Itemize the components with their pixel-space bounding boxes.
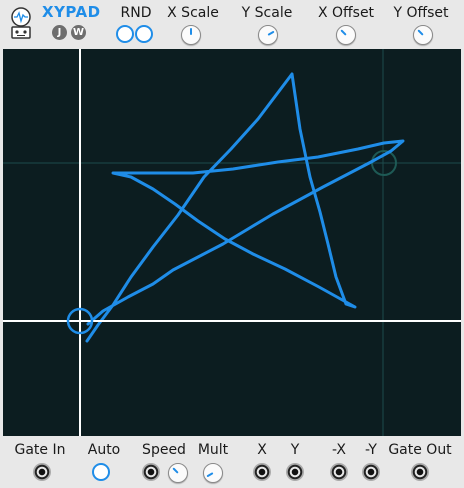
mult-label: Mult	[197, 442, 229, 458]
mult-knob[interactable]	[203, 463, 223, 483]
speed-label: Speed	[142, 442, 186, 458]
xy-pad-canvas	[3, 49, 461, 436]
neg-x-out-label: -X	[332, 442, 346, 458]
badge-j: J	[52, 25, 67, 40]
x-out-label: X	[257, 442, 267, 458]
rnd-y-button[interactable]	[135, 25, 153, 43]
xy-pad-area[interactable]	[3, 49, 461, 436]
y-out-jack[interactable]	[286, 463, 304, 481]
neg-x-out-jack[interactable]	[330, 463, 348, 481]
neg-y-out-jack[interactable]	[362, 463, 380, 481]
drawn-path	[85, 72, 405, 343]
y-offset-label: Y Offset	[393, 5, 449, 21]
y-offset-knob[interactable]	[413, 25, 433, 45]
neg-y-out-label: -Y	[365, 442, 377, 458]
y-scale-label: Y Scale	[241, 5, 293, 21]
gate-in-label: Gate In	[14, 442, 66, 458]
module-title: XYPAD	[42, 3, 101, 21]
gate-in-jack[interactable]	[33, 463, 51, 481]
footer-bar: Gate In Auto Speed Mult X Y -X -Y Gate O…	[0, 438, 464, 488]
x-out-jack[interactable]	[253, 463, 271, 481]
x-offset-knob[interactable]	[336, 25, 356, 45]
xypad-module: XYPAD J W RND X Scale Y Scale X Offset Y…	[0, 0, 464, 488]
auto-button[interactable]	[92, 463, 110, 481]
x-offset-label: X Offset	[317, 5, 375, 21]
gate-out-jack[interactable]	[411, 463, 429, 481]
gate-out-label: Gate Out	[388, 442, 452, 458]
x-scale-knob[interactable]	[181, 25, 201, 45]
x-scale-label: X Scale	[167, 5, 219, 21]
speed-cv-jack[interactable]	[142, 463, 160, 481]
y-scale-knob[interactable]	[258, 25, 278, 45]
rnd-label: RND	[120, 5, 152, 21]
y-out-label: Y	[290, 442, 300, 458]
rnd-x-button[interactable]	[116, 25, 134, 43]
speed-knob[interactable]	[168, 463, 188, 483]
header-bar: XYPAD J W RND X Scale Y Scale X Offset Y…	[0, 0, 464, 48]
robot-face-icon	[11, 7, 31, 39]
badge-w: W	[71, 25, 86, 40]
auto-label: Auto	[87, 442, 121, 458]
